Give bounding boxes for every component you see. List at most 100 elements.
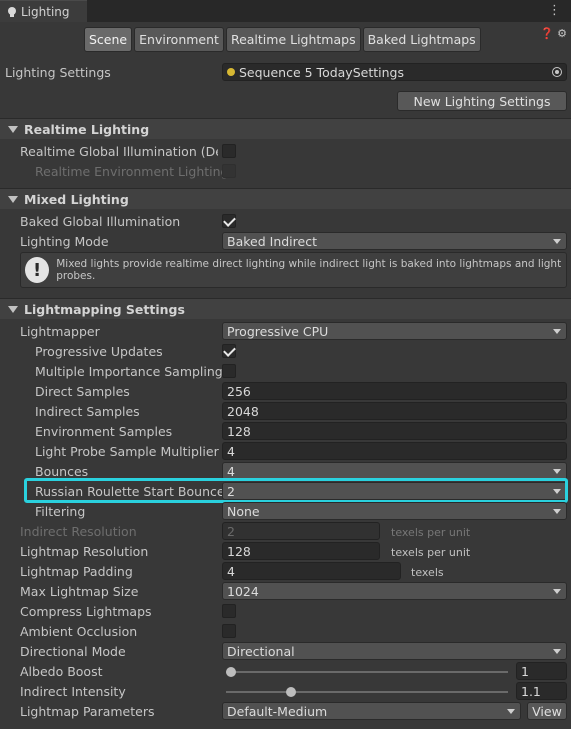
indirect-resolution-input: 2 [222, 522, 380, 540]
baked-gi-label: Baked Global Illumination [20, 214, 181, 229]
filtering-value: None [227, 503, 260, 519]
new-lighting-settings-button[interactable]: New Lighting Settings [397, 91, 567, 111]
bounces-label: Bounces [35, 464, 89, 479]
info-text: Mixed lights provide realtime direct lig… [56, 258, 562, 282]
filtering-label: Filtering [35, 504, 86, 519]
section-title: Mixed Lighting [24, 191, 129, 207]
section-mixed-lighting[interactable]: Mixed Lighting [0, 188, 571, 209]
kebab-menu-icon[interactable]: ⋮ [548, 3, 561, 18]
lightmap-resolution-unit: texels per unit [391, 546, 471, 559]
chevron-down-icon [507, 709, 515, 714]
lightmapper-value: Progressive CPU [227, 323, 329, 339]
directional-mode-dropdown[interactable]: Directional [222, 642, 567, 660]
indirect-intensity-slider[interactable] [226, 687, 508, 697]
section-lightmapping-settings[interactable]: Lightmapping Settings [0, 298, 571, 319]
tab-environment[interactable]: Environment [134, 27, 224, 52]
gear-icon[interactable]: ⚙ [557, 27, 567, 40]
lighting-mode-value: Baked Indirect [227, 233, 317, 249]
lightmap-parameters-label: Lightmap Parameters [20, 704, 155, 719]
lighting-tabs: Scene Environment Realtime Lightmaps Bak… [84, 27, 481, 52]
lightmap-padding-unit: texels [411, 566, 444, 579]
indirect-intensity-input[interactable]: 1.1 [516, 682, 567, 700]
ambient-occlusion-label: Ambient Occlusion [20, 624, 138, 639]
lightmap-resolution-label: Lightmap Resolution [20, 544, 149, 559]
window-title-bar: Lighting ⋮ [0, 0, 571, 22]
lighting-settings-asset-field[interactable]: Sequence 5 TodaySettings [222, 63, 567, 81]
russian-roulette-dropdown[interactable]: 2 [222, 482, 567, 500]
lightmapper-dropdown[interactable]: Progressive CPU [222, 322, 567, 340]
lighting-settings-asset-icon [227, 68, 235, 76]
russian-roulette-value: 2 [227, 483, 235, 499]
tab-scene[interactable]: Scene [84, 27, 133, 52]
environment-samples-input[interactable]: 128 [222, 422, 567, 440]
realtime-env-lighting-checkbox [222, 164, 236, 178]
chevron-down-icon [553, 329, 561, 334]
filtering-dropdown[interactable]: None [222, 502, 567, 520]
indirect-samples-label: Indirect Samples [35, 404, 140, 419]
header-icons: ❓ ⚙ [540, 27, 567, 40]
russian-roulette-label: Russian Roulette Start Bounce [35, 484, 225, 499]
light-probe-multiplier-input[interactable]: 4 [222, 442, 567, 460]
indirect-resolution-label: Indirect Resolution [20, 524, 137, 539]
compress-lightmaps-label: Compress Lightmaps [20, 604, 152, 619]
tab-realtime-lightmaps[interactable]: Realtime Lightmaps [225, 27, 361, 52]
mixed-lighting-info-box: ! Mixed lights provide realtime direct l… [20, 252, 567, 288]
foldout-arrow-icon [8, 195, 18, 203]
tab-baked-lightmaps[interactable]: Baked Lightmaps [362, 27, 481, 52]
max-lightmap-size-value: 1024 [227, 583, 259, 599]
help-icon[interactable]: ❓ [540, 27, 554, 40]
mis-label: Multiple Importance Sampling [35, 364, 223, 379]
chevron-down-icon [553, 239, 561, 244]
compress-lightmaps-checkbox[interactable] [222, 604, 236, 618]
bounces-dropdown[interactable]: 4 [222, 462, 567, 480]
view-parameters-button[interactable]: View [527, 702, 567, 720]
foldout-arrow-icon [8, 125, 18, 133]
lightmap-padding-label: Lightmap Padding [20, 564, 133, 579]
max-lightmap-size-dropdown[interactable]: 1024 [222, 582, 567, 600]
realtime-gi-checkbox[interactable] [222, 144, 236, 158]
lightmap-resolution-input[interactable]: 128 [222, 542, 380, 560]
chevron-down-icon [553, 589, 561, 594]
bounces-value: 4 [227, 463, 235, 479]
lighting-settings-asset-value: Sequence 5 TodaySettings [239, 64, 404, 80]
albedo-boost-slider-handle[interactable] [226, 667, 236, 677]
light-probe-multiplier-label: Light Probe Sample Multiplier [35, 444, 219, 459]
light-bulb-icon [8, 6, 16, 17]
lightmapper-label: Lightmapper [20, 324, 100, 339]
mis-checkbox[interactable] [222, 364, 236, 378]
lightmap-parameters-dropdown[interactable]: Default-Medium [222, 702, 521, 720]
albedo-boost-slider[interactable] [226, 667, 508, 677]
object-picker-icon[interactable] [552, 67, 562, 77]
foldout-arrow-icon [8, 305, 18, 313]
section-realtime-lighting[interactable]: Realtime Lighting [0, 118, 571, 139]
lighting-settings-label: Lighting Settings [5, 65, 111, 80]
lighting-window-tab[interactable]: Lighting [0, 0, 87, 22]
realtime-gi-label: Realtime Global Illumination (Deprecated… [20, 144, 218, 159]
indirect-intensity-label: Indirect Intensity [20, 684, 126, 699]
environment-samples-label: Environment Samples [35, 424, 173, 439]
lightmap-parameters-value: Default-Medium [227, 703, 328, 719]
section-title: Lightmapping Settings [24, 301, 185, 317]
indirect-samples-input[interactable]: 2048 [222, 402, 567, 420]
direct-samples-input[interactable]: 256 [222, 382, 567, 400]
directional-mode-label: Directional Mode [20, 644, 126, 659]
lighting-mode-dropdown[interactable]: Baked Indirect [222, 232, 567, 250]
directional-mode-value: Directional [227, 643, 295, 659]
chevron-down-icon [553, 509, 561, 514]
warning-icon: ! [25, 257, 50, 283]
albedo-boost-input[interactable]: 1 [516, 662, 567, 680]
direct-samples-label: Direct Samples [35, 384, 130, 399]
realtime-env-lighting-label: Realtime Environment Lighting [35, 164, 229, 179]
section-title: Realtime Lighting [24, 121, 150, 137]
lightmap-padding-input[interactable]: 4 [222, 562, 401, 580]
indirect-resolution-unit: texels per unit [391, 526, 471, 539]
chevron-down-icon [553, 649, 561, 654]
ambient-occlusion-checkbox[interactable] [222, 624, 236, 638]
chevron-down-icon [553, 489, 561, 494]
baked-gi-checkbox[interactable] [222, 214, 236, 228]
max-lightmap-size-label: Max Lightmap Size [20, 584, 139, 599]
chevron-down-icon [553, 469, 561, 474]
progressive-updates-checkbox[interactable] [222, 344, 236, 358]
albedo-boost-label: Albedo Boost [20, 664, 103, 679]
indirect-intensity-slider-handle[interactable] [285, 687, 296, 697]
